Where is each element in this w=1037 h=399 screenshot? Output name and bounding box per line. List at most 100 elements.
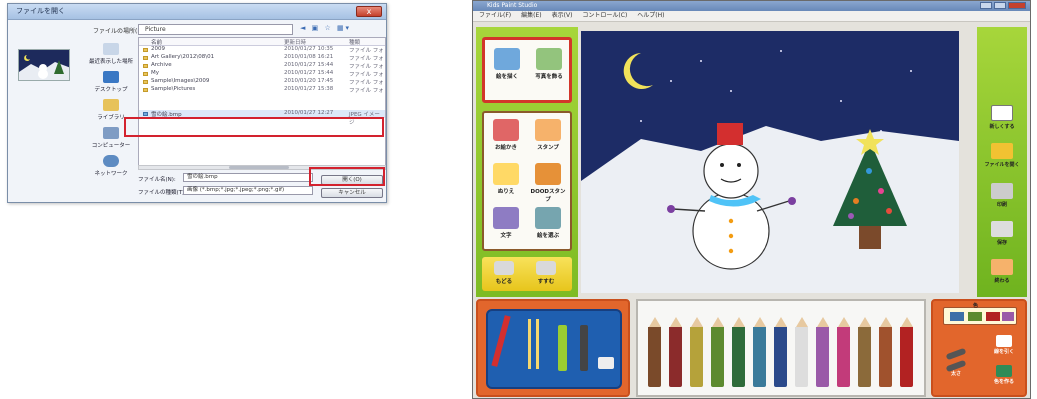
- pencil-body: [753, 327, 766, 387]
- close-button[interactable]: [1008, 2, 1026, 9]
- places-bar: 最近表示した場所 デスクトップ ライブラリ コンピューター ネットワーク: [88, 42, 134, 182]
- folder-icon: [143, 48, 148, 52]
- dialog-close-button[interactable]: x: [356, 6, 382, 17]
- line-pen-button[interactable]: 線を引く: [989, 335, 1019, 355]
- color-pencil[interactable]: [690, 317, 703, 387]
- file-row[interactable]: Sample\Images\20092010/01/20 17:45ファイル フ…: [139, 78, 385, 86]
- cancel-button[interactable]: キャンセル: [321, 188, 383, 198]
- pencil-body: [732, 327, 745, 387]
- pencil-tip: [775, 317, 787, 327]
- color-pencil[interactable]: [900, 317, 913, 387]
- undo-button[interactable]: もどる: [486, 261, 522, 285]
- color-pencil[interactable]: [711, 317, 724, 387]
- color-pencil[interactable]: [732, 317, 745, 387]
- location-combo[interactable]: Picture: [138, 24, 293, 35]
- exit-button[interactable]: 終わる: [981, 259, 1023, 284]
- pencil-tip: [901, 317, 913, 327]
- place-recent[interactable]: 最近表示した場所: [88, 43, 134, 70]
- menu-help[interactable]: ヘルプ(H): [637, 11, 664, 21]
- pencil-body: [648, 327, 661, 387]
- crayon-tool[interactable]: [558, 325, 567, 371]
- color-pencil[interactable]: [858, 317, 871, 387]
- redo-button[interactable]: すすむ: [528, 261, 564, 285]
- recent-places-icon: [103, 43, 119, 55]
- menu-edit[interactable]: 編集(E): [521, 11, 541, 21]
- scrollbar-thumb[interactable]: [229, 166, 289, 169]
- tool-photo-frame[interactable]: 写真を飾る: [531, 48, 567, 80]
- thickness-button[interactable]: 太さ: [941, 351, 971, 377]
- pencil-body: [669, 327, 682, 387]
- menu-control[interactable]: コントロール(C): [582, 11, 627, 21]
- filetype-select[interactable]: 画像 (*.bmp;*.jpg;*.jpeg;*.png;*.gif): [183, 186, 313, 195]
- column-date[interactable]: 更新日時: [284, 38, 306, 46]
- tool-letters[interactable]: 文字: [488, 207, 524, 239]
- folder-icon: [143, 64, 148, 68]
- color-mix-button[interactable]: 色を作る: [989, 365, 1019, 385]
- file-row[interactable]: Art Gallery\2012\08\012010/01/08 16:21ファ…: [139, 54, 385, 62]
- column-type[interactable]: 種類: [349, 38, 360, 46]
- swatch-green[interactable]: [968, 312, 982, 321]
- marker-tool[interactable]: [580, 325, 588, 371]
- tool-draw-picture[interactable]: 絵を描く: [489, 48, 525, 80]
- palette-swatches[interactable]: [943, 307, 1017, 325]
- file-row[interactable]: Archive2010/01/27 15:44ファイル フォ: [139, 62, 385, 70]
- pencil-color-palette: [636, 299, 926, 397]
- dialog-toolbar-icons[interactable]: ◄ ▣ ☆ ▦▾: [300, 24, 351, 32]
- maximize-button[interactable]: [994, 2, 1006, 9]
- right-tool-panel: 新しくする ファイルを開く 印刷 保存 終わる: [977, 27, 1027, 297]
- file-row[interactable]: My2010/01/27 15:44ファイル フォ: [139, 70, 385, 78]
- color-pencil[interactable]: [774, 317, 787, 387]
- pencil-body: [837, 327, 850, 387]
- file-list-header: 名前 更新日時 種類: [139, 38, 385, 46]
- pencil-tip: [754, 317, 766, 327]
- color-pencil[interactable]: [879, 317, 892, 387]
- pencil-tip: [838, 317, 850, 327]
- tool-stamp[interactable]: スタンプ: [530, 119, 566, 151]
- swatch-blue[interactable]: [950, 312, 964, 321]
- print-button[interactable]: 印刷: [981, 183, 1023, 208]
- left-tool-panel: 絵を描く 写真を飾る お絵かき スタンプ ぬりえ DOODスタンプ 文字 絵を選…: [476, 27, 578, 297]
- place-desktop[interactable]: デスクトップ: [88, 71, 134, 98]
- filename-input[interactable]: 雪の絵.bmp: [183, 173, 313, 182]
- minimize-button[interactable]: [980, 2, 992, 9]
- preview-thumbnail: [18, 49, 70, 81]
- new-page-button[interactable]: 新しくする: [981, 105, 1023, 130]
- pencil-body: [795, 327, 808, 387]
- save-button[interactable]: 保存: [981, 221, 1023, 246]
- open-file-button[interactable]: ファイルを開く: [981, 143, 1023, 168]
- pencil-body: [900, 327, 913, 387]
- palette-label: 色: [973, 302, 978, 309]
- file-row[interactable]: Sample\Pictures2010/01/27 15:38ファイル フォ: [139, 86, 385, 94]
- tool-picture-select[interactable]: 絵を選ぶ: [530, 207, 566, 239]
- app-title-bar: Kids Paint Studio: [473, 1, 1030, 11]
- menu-view[interactable]: 表示(V): [552, 11, 573, 21]
- color-pencil[interactable]: [816, 317, 829, 387]
- desktop-icon: [103, 71, 119, 83]
- menu-file[interactable]: ファイル(F): [479, 11, 511, 21]
- location-label: ファイルの場所(I):: [93, 26, 143, 35]
- brush-tool[interactable]: [528, 319, 539, 369]
- exit-door-icon: [991, 259, 1013, 275]
- color-pencil[interactable]: [753, 317, 766, 387]
- column-name[interactable]: 名前: [151, 38, 162, 46]
- folder-icon: [143, 80, 148, 84]
- color-pencil[interactable]: [648, 317, 661, 387]
- drawing-canvas[interactable]: [581, 31, 959, 293]
- place-network[interactable]: ネットワーク: [88, 155, 134, 182]
- color-pencil[interactable]: [837, 317, 850, 387]
- folder-icon: [143, 72, 148, 76]
- color-pencil[interactable]: [795, 317, 808, 387]
- swatch-purple[interactable]: [1002, 312, 1014, 321]
- swatch-red[interactable]: [986, 312, 1000, 321]
- file-row[interactable]: 20092010/01/27 10:35ファイル フォ: [139, 46, 385, 54]
- red-pencil-tool[interactable]: [491, 315, 510, 367]
- eraser-tool[interactable]: [598, 357, 614, 369]
- tool-character-stamp[interactable]: DOODスタンプ: [530, 163, 566, 203]
- tool-coloring[interactable]: ぬりえ: [488, 163, 524, 195]
- folder-icon: [143, 88, 148, 92]
- highlight-open-button: [309, 167, 385, 186]
- tool-crayons[interactable]: お絵かき: [488, 119, 524, 151]
- app-title: Kids Paint Studio: [487, 2, 537, 9]
- color-pencil[interactable]: [669, 317, 682, 387]
- pencil-tip: [880, 317, 892, 327]
